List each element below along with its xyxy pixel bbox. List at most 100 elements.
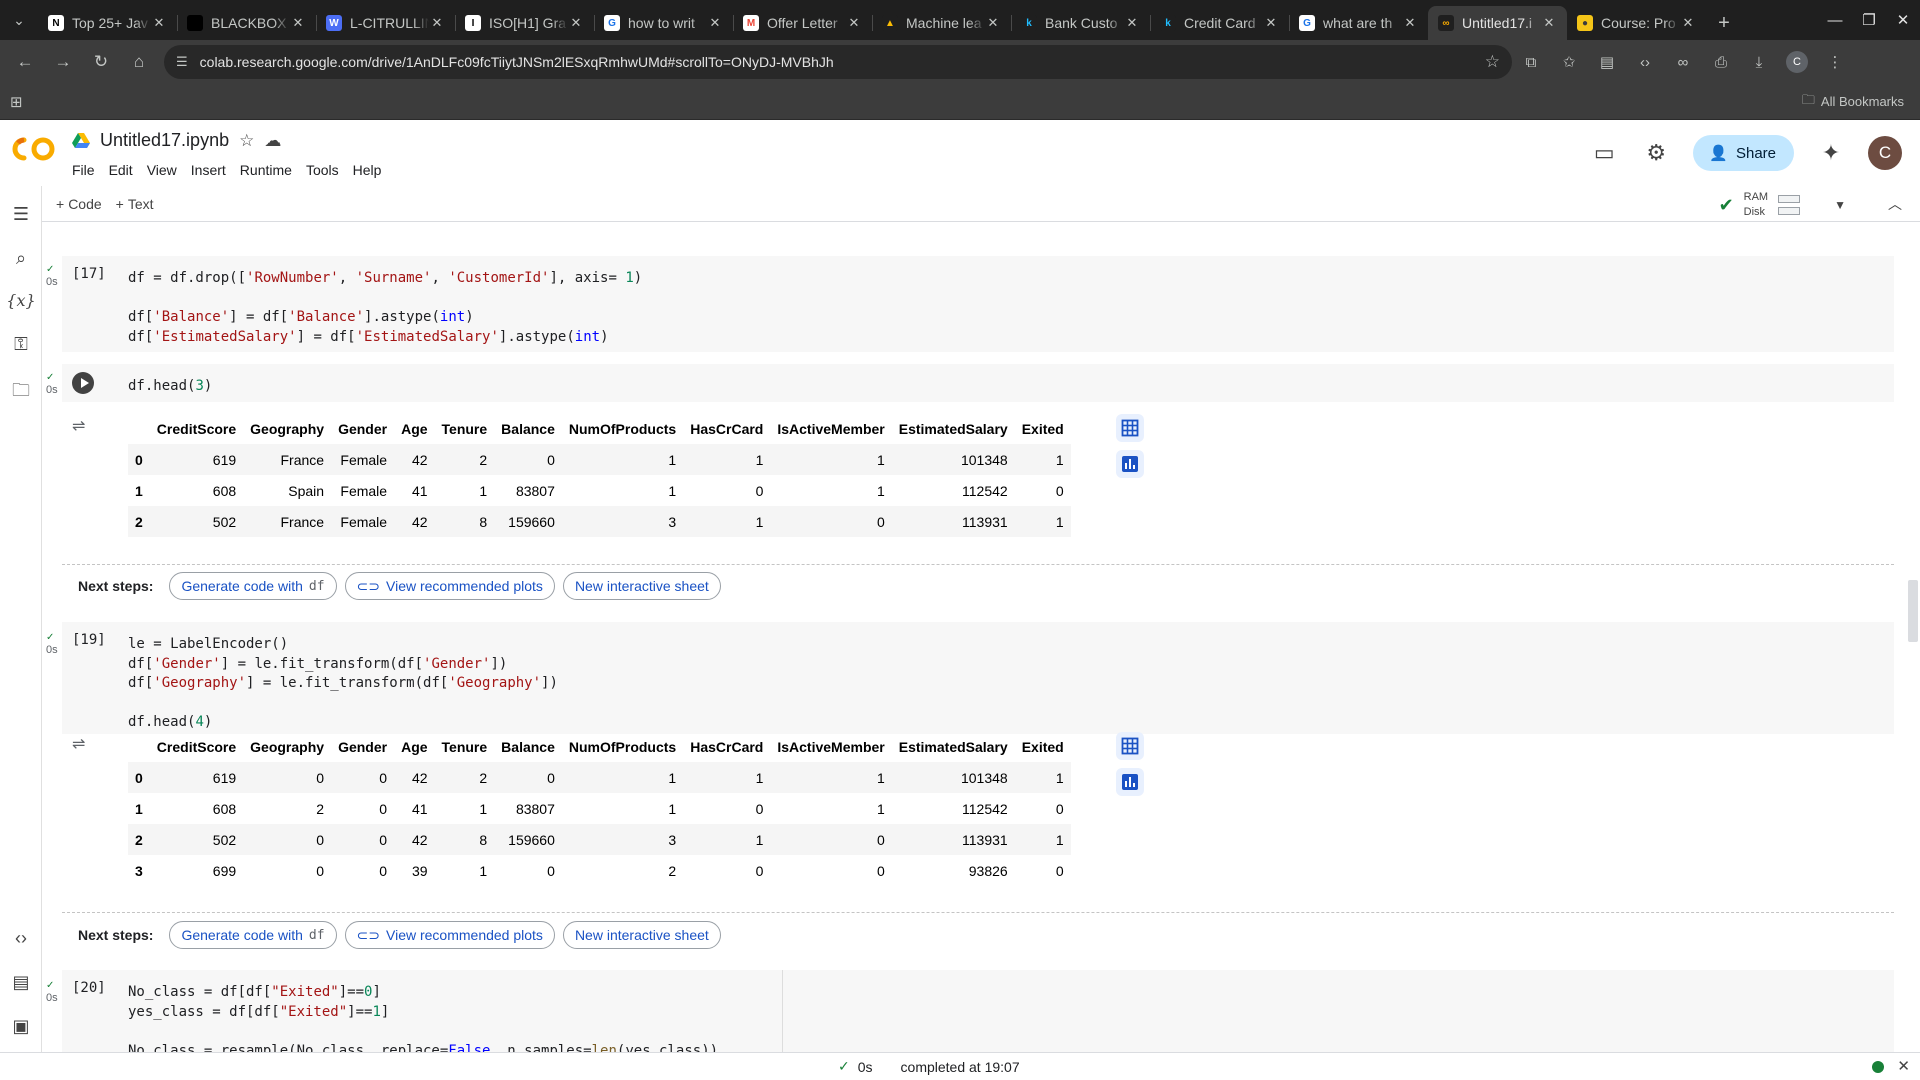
bookmarks-star-icon[interactable]: ✩ xyxy=(1550,45,1588,79)
browser-tab[interactable]: N Top 25+ Jav ✕ xyxy=(38,6,177,40)
apps-grid-icon[interactable]: ⊞ xyxy=(10,93,23,111)
browser-tab[interactable]: ▲ Machine lea ✕ xyxy=(872,6,1011,40)
close-tab-icon[interactable]: ✕ xyxy=(1263,15,1279,31)
colab-logo[interactable] xyxy=(12,136,56,162)
browser-tab[interactable]: ∞ Untitled17.i ✕ xyxy=(1428,6,1567,40)
restore-icon[interactable]: ❐ xyxy=(1852,0,1886,40)
suggest-charts-icon[interactable] xyxy=(1116,768,1144,796)
command-palette-icon[interactable]: ▤ xyxy=(0,972,42,993)
site-info-icon[interactable]: ☰ xyxy=(176,54,188,70)
back-arrow-icon[interactable]: ← xyxy=(6,45,44,79)
close-tab-icon[interactable]: ✕ xyxy=(429,15,445,31)
suggest-charts-icon[interactable] xyxy=(1116,450,1144,478)
new-tab-button[interactable]: + xyxy=(1706,6,1742,40)
close-status-icon[interactable]: ✕ xyxy=(1897,1057,1910,1075)
download-icon[interactable]: ⤓ xyxy=(1740,45,1778,79)
extension-icon[interactable]: ⧉ xyxy=(1512,45,1550,79)
browser-tab[interactable]: ● Course: Pro ✕ xyxy=(1567,6,1706,40)
tab-search-icon[interactable]: ⌄ xyxy=(0,0,38,40)
new-sheet-chip[interactable]: New interactive sheet xyxy=(562,921,721,949)
settings-gear-icon[interactable]: ⚙ xyxy=(1641,140,1671,166)
menu-tools[interactable]: Tools xyxy=(299,162,346,178)
all-bookmarks-button[interactable]: 🗀 All Bookmarks xyxy=(1802,91,1904,113)
code-cell-19[interactable]: [19] le = LabelEncoder() df['Gender'] = l… xyxy=(62,622,1894,734)
home-icon[interactable]: ⌂ xyxy=(120,45,158,79)
bookmark-star-icon[interactable]: ☆ xyxy=(1485,52,1500,72)
find-replace-icon[interactable]: ⌕ xyxy=(0,248,42,269)
secrets-key-icon[interactable]: ⚿ xyxy=(0,334,42,355)
collapse-header-icon[interactable]: ︿ xyxy=(1888,194,1902,214)
close-tab-icon[interactable]: ✕ xyxy=(985,15,1001,31)
close-tab-icon[interactable]: ✕ xyxy=(568,15,584,31)
browser-menu-icon[interactable]: ⋮ xyxy=(1816,45,1854,79)
view-plots-chip[interactable]: ⊂⊃ View recommended plots xyxy=(344,572,555,600)
browser-tab[interactable]: BLACKBOX ✕ xyxy=(177,6,316,40)
convert-to-interactive-table-icon[interactable] xyxy=(1116,732,1144,760)
notebook-title[interactable]: Untitled17.ipynb xyxy=(100,130,229,151)
scrollbar-thumb[interactable] xyxy=(1908,580,1918,642)
add-code-button[interactable]: + Code xyxy=(56,196,102,212)
code-snippets-icon[interactable]: ‹› xyxy=(0,928,42,949)
link-icon[interactable]: ∞ xyxy=(1664,45,1702,79)
devtools-code-icon[interactable]: ‹› xyxy=(1626,45,1664,79)
close-tab-icon[interactable]: ✕ xyxy=(846,15,862,31)
cloud-saved-icon[interactable]: ☁ xyxy=(264,131,281,151)
browser-tab[interactable]: k Credit Card ✕ xyxy=(1150,6,1289,40)
close-tab-icon[interactable]: ✕ xyxy=(1541,15,1557,31)
menu-help[interactable]: Help xyxy=(346,162,389,178)
code-cell-18[interactable]: df.head(3) xyxy=(62,364,1894,402)
forward-arrow-icon[interactable]: → xyxy=(44,45,82,79)
execution-status[interactable]: ✓ 0s completed at 19:07 xyxy=(838,1058,1020,1075)
star-icon[interactable]: ☆ xyxy=(239,131,254,151)
menu-runtime[interactable]: Runtime xyxy=(233,162,299,178)
run-cell-button[interactable] xyxy=(72,372,94,394)
browser-tab[interactable]: Gwhat are th ✕ xyxy=(1289,6,1428,40)
browser-tab[interactable]: I ISO[H1] Gra ✕ xyxy=(455,6,594,40)
cell-18-status: ✓ 0s xyxy=(46,372,58,396)
generate-code-chip[interactable]: Generate code with df xyxy=(169,921,337,949)
generate-code-chip[interactable]: Generate code with df xyxy=(169,572,337,600)
runtime-dropdown-icon[interactable]: ▼ xyxy=(1834,198,1846,212)
new-sheet-chip[interactable]: New interactive sheet xyxy=(562,572,721,600)
minimize-icon[interactable]: — xyxy=(1818,0,1852,40)
output-menu-icon[interactable]: ⇌ xyxy=(72,416,85,436)
comments-icon[interactable]: ▭ xyxy=(1589,140,1619,166)
close-tab-icon[interactable]: ✕ xyxy=(1680,15,1696,31)
table-of-contents-icon[interactable]: ☰ xyxy=(0,204,42,225)
print-icon[interactable]: ⎙ xyxy=(1702,45,1740,79)
user-avatar[interactable]: C xyxy=(1868,136,1902,170)
notebook-scrollbar[interactable] xyxy=(1906,222,1920,1052)
menu-file[interactable]: File xyxy=(72,162,102,178)
browser-tab[interactable]: W L-CITRULLIN ✕ xyxy=(316,6,455,40)
terminal-icon[interactable]: ▣ xyxy=(0,1016,42,1037)
menu-insert[interactable]: Insert xyxy=(184,162,233,178)
close-tab-icon[interactable]: ✕ xyxy=(707,15,723,31)
address-bar[interactable]: ☰ colab.research.google.com/drive/1AnDLF… xyxy=(164,45,1512,79)
close-tab-icon[interactable]: ✕ xyxy=(1402,15,1418,31)
close-tab-icon[interactable]: ✕ xyxy=(290,15,306,31)
variables-icon[interactable]: {x} xyxy=(0,291,42,310)
code-token: (yes_class)) xyxy=(616,1042,719,1053)
browser-tab[interactable]: Ghow to writ ✕ xyxy=(594,6,733,40)
view-plots-chip[interactable]: ⊂⊃ View recommended plots xyxy=(344,921,555,949)
browser-tab[interactable]: k Bank Custo ✕ xyxy=(1011,6,1150,40)
notebook-content[interactable]: ✓ 0s [17] df = df.drop(['RowNumber', 'Su… xyxy=(42,222,1920,1052)
browser-tab[interactable]: M Offer Letter ✕ xyxy=(733,6,872,40)
menu-view[interactable]: View xyxy=(140,162,184,178)
profile-avatar[interactable]: C xyxy=(1778,45,1816,79)
files-folder-icon[interactable]: 🗀 xyxy=(0,378,42,408)
share-button[interactable]: 👤 Share xyxy=(1693,135,1794,171)
close-tab-icon[interactable]: ✕ xyxy=(1124,15,1140,31)
gemini-sparkle-icon[interactable]: ✦ xyxy=(1816,140,1846,166)
close-window-icon[interactable]: ✕ xyxy=(1886,0,1920,40)
output-menu-icon[interactable]: ⇌ xyxy=(72,734,85,754)
code-cell-20[interactable]: [20] No_class = df[df["Exited"]==0] yes_c… xyxy=(62,970,1894,1052)
resource-monitor[interactable]: ✔ RAM Disk ▼ xyxy=(1719,190,1846,220)
reading-list-icon[interactable]: ▤ xyxy=(1588,45,1626,79)
convert-to-interactive-table-icon[interactable] xyxy=(1116,414,1144,442)
code-cell-17[interactable]: [17] df = df.drop(['RowNumber', 'Surname… xyxy=(62,256,1894,352)
close-tab-icon[interactable]: ✕ xyxy=(151,15,167,31)
menu-edit[interactable]: Edit xyxy=(102,162,140,178)
reload-icon[interactable]: ↻ xyxy=(82,45,120,79)
add-text-button[interactable]: + Text xyxy=(116,196,154,212)
